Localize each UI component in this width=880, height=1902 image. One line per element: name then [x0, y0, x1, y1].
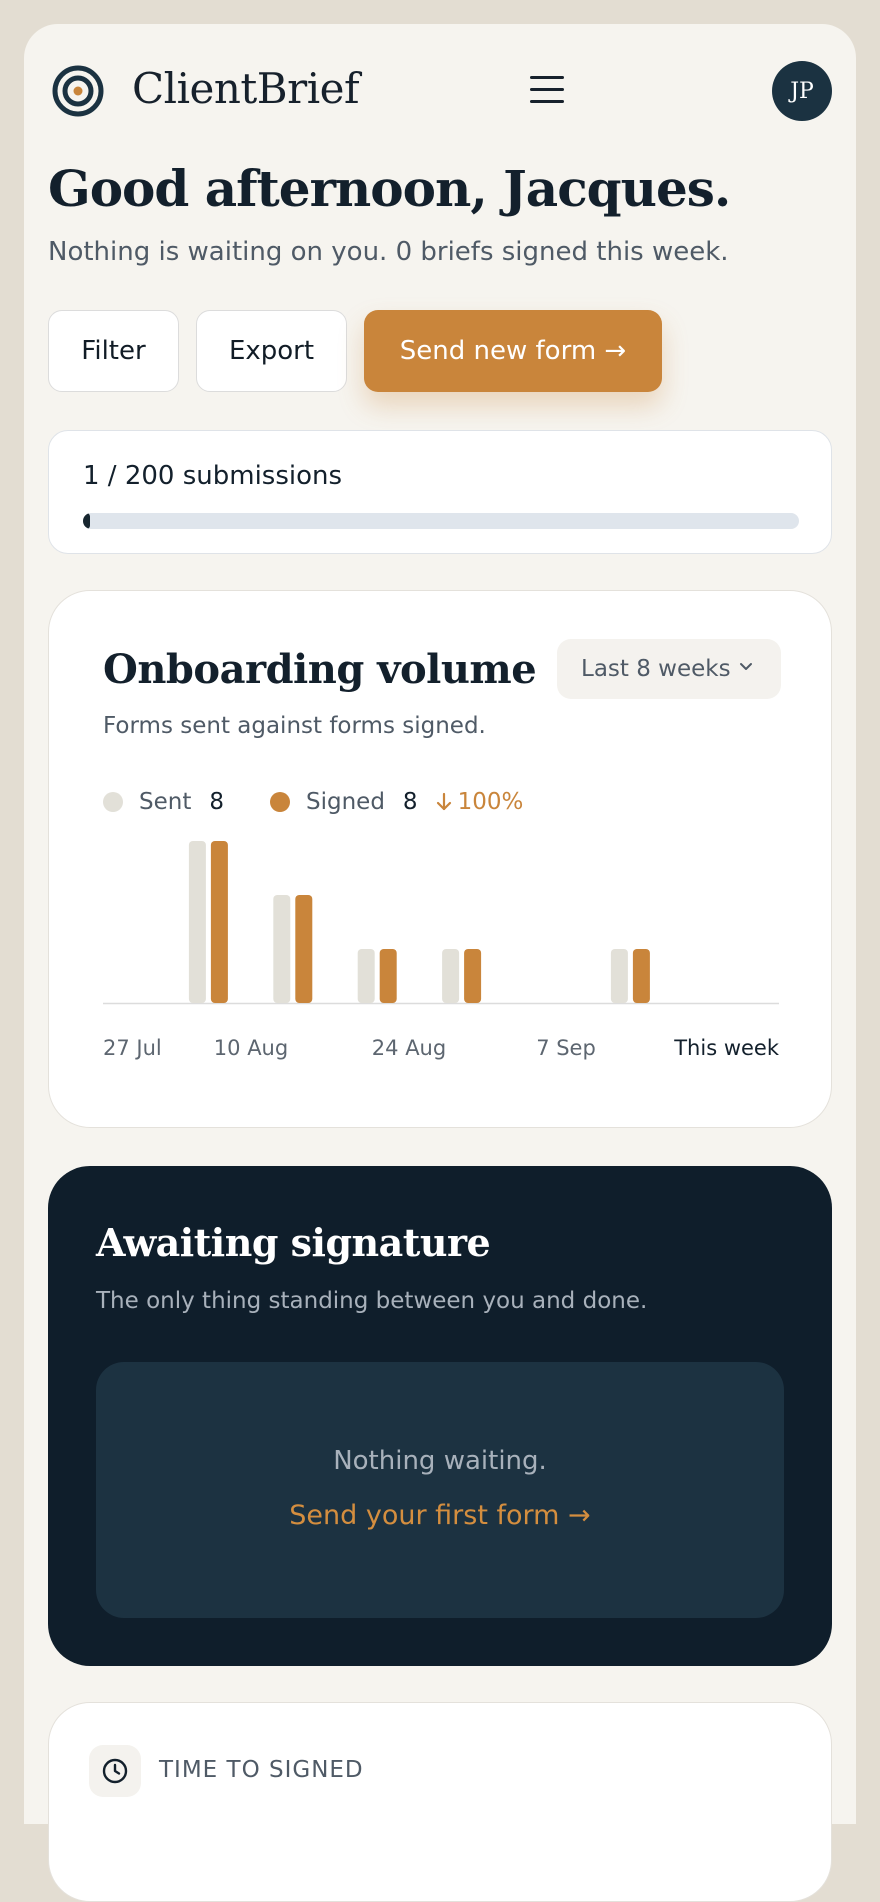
- legend-signed-value: 8: [402, 789, 418, 815]
- filter-button[interactable]: Filter: [48, 310, 179, 392]
- chevron-down-icon: [740, 663, 752, 670]
- range-select[interactable]: Last 8 weeks: [557, 639, 781, 699]
- send-new-form-button[interactable]: Send new form →: [364, 310, 662, 392]
- bar-sent-3[interactable]: [357, 949, 375, 1003]
- legend-signed-swatch: [270, 792, 290, 812]
- avatar[interactable]: JP: [772, 61, 832, 121]
- bar-signed-6[interactable]: [632, 949, 650, 1003]
- bar-sent-4[interactable]: [442, 949, 460, 1003]
- empty-state-text: Nothing waiting.: [333, 1446, 547, 1476]
- volume-bar-chart: 27 Jul 10 Aug 24 Aug 7 Sep This week: [103, 841, 779, 1060]
- arrow-down-icon: [436, 792, 451, 811]
- x-tick-label: This week: [673, 1036, 779, 1060]
- submissions-progress-bar: [83, 513, 799, 529]
- time-to-signed-card: TIME TO SIGNED: [48, 1702, 832, 1902]
- bar-sent-1[interactable]: [188, 841, 206, 1003]
- bar-sent-6[interactable]: [610, 949, 628, 1003]
- bar-sent-2[interactable]: [273, 895, 291, 1003]
- x-tick-label: 24 Aug: [372, 1036, 446, 1060]
- legend-delta: 100%: [434, 789, 524, 815]
- top-bar: ClientBrief JP: [24, 24, 856, 164]
- legend-delta-value: 100%: [457, 789, 524, 815]
- x-tick-label: 27 Jul: [103, 1036, 162, 1060]
- awaiting-subtitle: The only thing standing between you and …: [96, 1288, 648, 1314]
- submissions-progress-fill: [83, 513, 91, 529]
- onboarding-volume-card: Onboarding volume Forms sent against for…: [48, 590, 832, 1128]
- app-shell: ClientBrief JP Good afternoon, Jacques. …: [24, 24, 856, 1902]
- app-name: ClientBrief: [132, 64, 360, 113]
- menu-icon[interactable]: [530, 76, 564, 106]
- legend-sent-value: 8: [209, 789, 224, 815]
- awaiting-signature-card: Awaiting signature The only thing standi…: [48, 1166, 832, 1666]
- chart-legend: Sent 8 Signed 8 100%: [103, 787, 523, 817]
- time-to-signed-label: TIME TO SIGNED: [159, 1757, 364, 1783]
- page-title: Good afternoon, Jacques.: [48, 159, 731, 218]
- bar-signed-4[interactable]: [464, 949, 482, 1003]
- chart-title: Onboarding volume: [103, 646, 537, 693]
- legend-signed-label: Signed: [306, 789, 385, 815]
- chart-subtitle: Forms sent against forms signed.: [103, 713, 486, 739]
- submissions-quota-card: 1 / 200 submissions: [48, 430, 832, 554]
- legend-sent-swatch: [103, 792, 123, 812]
- awaiting-title: Awaiting signature: [96, 1220, 491, 1265]
- clock-icon: [89, 1745, 141, 1797]
- page-subtitle: Nothing is waiting on you. 0 briefs sign…: [48, 237, 729, 267]
- send-first-form-link[interactable]: Send your first form →: [96, 1500, 784, 1531]
- bar-signed-2[interactable]: [295, 895, 313, 1003]
- logo-icon: [52, 65, 104, 117]
- x-tick-label: 10 Aug: [214, 1036, 288, 1060]
- bar-signed-1[interactable]: [210, 841, 228, 1003]
- awaiting-empty-state: Nothing waiting. Send your first form →: [96, 1362, 784, 1618]
- submissions-quota-label: 1 / 200 submissions: [83, 461, 343, 491]
- export-button[interactable]: Export: [196, 310, 347, 392]
- range-select-value: Last 8 weeks: [581, 656, 731, 682]
- bar-signed-3[interactable]: [379, 949, 397, 1003]
- legend-sent-label: Sent: [139, 789, 192, 815]
- x-tick-label: 7 Sep: [536, 1036, 596, 1060]
